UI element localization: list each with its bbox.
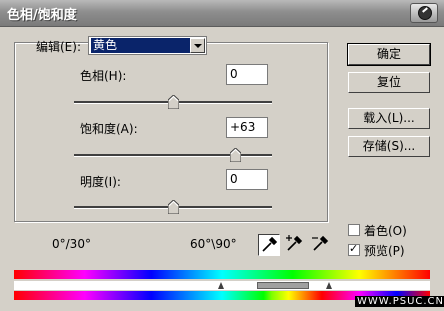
preview-checkbox[interactable] [348,242,360,256]
color-range-selector[interactable] [14,281,430,290]
colorize-label: 着色(O) [364,224,407,238]
help-circle-icon[interactable] [410,3,438,23]
range-right-label: 60°\90° [190,237,237,251]
lightness-slider-thumb[interactable] [167,200,179,214]
load-button[interactable]: 载入(L)... [348,108,430,129]
edit-label: 编辑(E): [36,40,81,54]
hue-label: 色相(H): [80,69,127,83]
title-bar: 色相/饱和度 [0,0,444,27]
hue-slider-thumb[interactable] [167,95,179,109]
hue-input[interactable]: 0 [226,64,268,85]
range-core-slider[interactable] [257,282,309,289]
range-left-handle[interactable] [218,282,224,289]
adjustment-group [14,42,328,222]
ok-button[interactable]: 确定 [347,43,431,66]
eyedropper-minus-icon[interactable] [310,234,332,256]
saturation-slider-track[interactable] [74,154,272,157]
watermark: WWW.PSUC.CN [355,296,444,307]
range-left-label: 0°/30° [52,237,91,251]
saturation-slider-thumb[interactable] [229,148,241,162]
colorize-checkbox[interactable] [348,224,360,236]
lightness-input[interactable]: 0 [226,169,268,190]
save-button[interactable]: 存储(S)... [348,136,430,157]
edit-dropdown[interactable]: 黄色 [88,36,207,55]
reset-button[interactable]: 复位 [348,72,430,93]
eyedropper-icon[interactable] [258,234,280,256]
chevron-down-icon[interactable] [190,38,205,53]
hue-saturation-dialog: 色相/饱和度 编辑(E): 黄色 色相(H): 0 饱和度(A): +63 明度… [0,0,444,311]
lightness-label: 明度(I): [80,175,121,189]
dialog-title: 色相/饱和度 [7,8,77,23]
range-right-handle[interactable] [326,282,332,289]
saturation-label: 饱和度(A): [80,122,138,136]
edit-selected-value: 黄色 [91,38,190,53]
preview-label: 预览(P) [364,244,405,258]
eyedropper-plus-icon[interactable] [284,234,306,256]
source-color-bar [14,270,430,279]
saturation-input[interactable]: +63 [226,117,268,138]
